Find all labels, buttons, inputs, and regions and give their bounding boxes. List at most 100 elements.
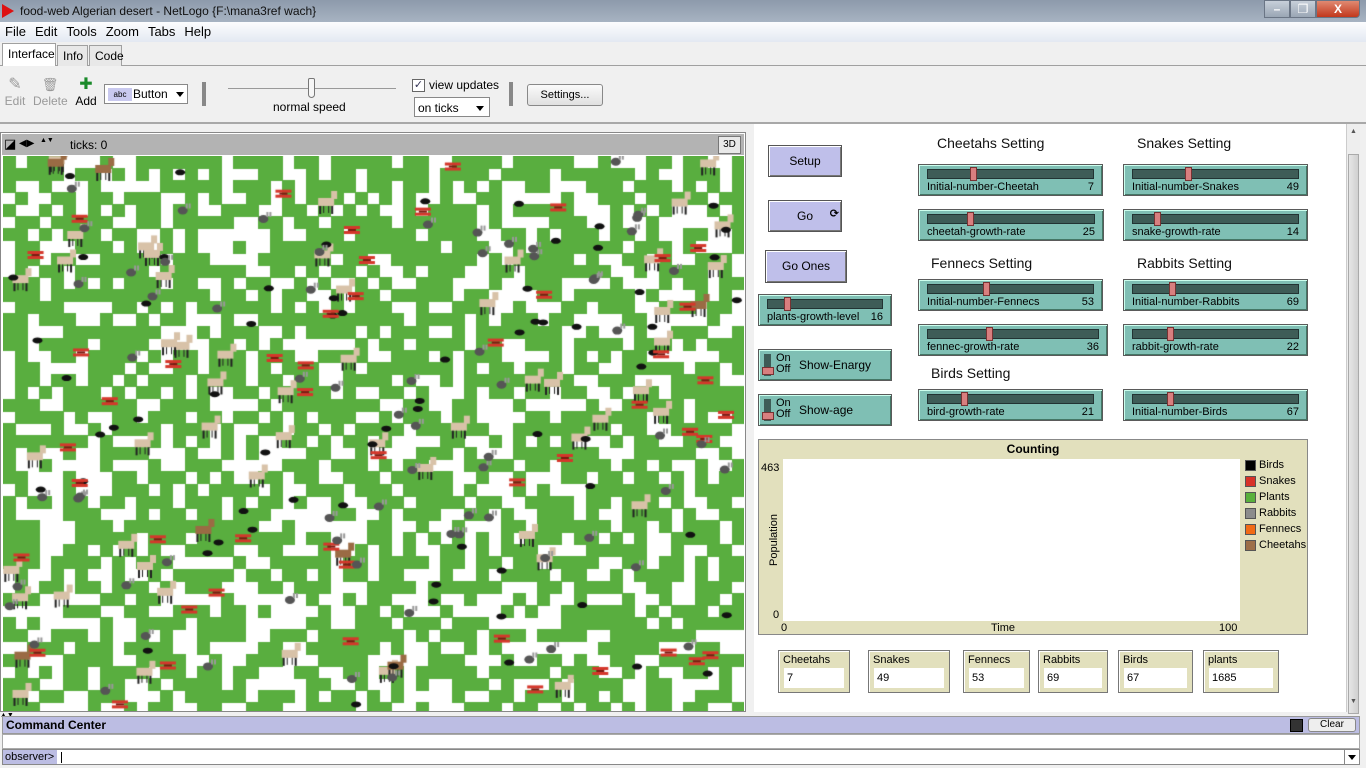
minimize-button[interactable]: – [1264,0,1290,18]
command-center: Command Center Clear observer> [0,716,1362,768]
plants-growth-level-slider[interactable]: plants-growth-level 16 [758,294,892,326]
go-button[interactable]: Go ⟳ [768,200,842,232]
initial-number-rabbits-slider[interactable]: Initial-number-Rabbits 69 [1123,279,1308,311]
close-button[interactable]: X [1316,0,1360,18]
legend-item: Fennecs [1245,521,1306,537]
command-input[interactable] [63,750,1343,764]
3d-view-button[interactable]: 3D [718,136,741,154]
text-cursor [61,752,62,763]
forever-icon: ⟳ [829,208,839,220]
slider-value: 25 [1082,226,1095,238]
go-once-button[interactable]: Go Ones [765,250,847,283]
slider-knob[interactable] [960,392,968,406]
legend-swatch [1245,539,1256,551]
cheetahs-setting-label: Cheetahs Setting [937,135,1045,151]
rabbit-growth-rate-slider[interactable]: rabbit-growth-rate 22 [1123,324,1308,356]
slider-label: Initial-number-Snakes [1132,181,1239,193]
x-axis-label: Time [991,622,1015,634]
legend-swatch [1245,475,1256,487]
show-age-switch[interactable]: On Off Show-age [758,394,892,426]
view-tool-icon[interactable]: ◪ [4,137,16,151]
slider-knob[interactable] [970,167,978,181]
view-updates-checkbox[interactable]: ✓ [412,79,425,92]
slider-knob[interactable] [983,282,990,296]
slider-track[interactable] [1132,284,1299,294]
slider-track[interactable] [927,284,1094,294]
history-dropdown-icon[interactable] [1344,750,1358,764]
slider-knob[interactable] [1167,392,1175,406]
switch-off-label: Off [776,408,791,420]
agent-type-selector[interactable]: observer> [3,750,57,764]
interface-scrollbar[interactable]: ▲ ▼ [1346,124,1360,714]
restore-button[interactable]: ❐ [1290,0,1316,18]
command-input-row: observer> [2,749,1360,765]
tab-interface[interactable]: Interface [2,43,56,67]
monitor-snakes: Snakes 49 [868,650,950,693]
setup-label: Setup [789,154,821,168]
initial-number-birds-slider[interactable]: Initial-number-Birds 67 [1123,389,1308,421]
world-canvas[interactable] [3,156,744,711]
x-tick-max: 100 [1219,622,1237,634]
expand-icon[interactable] [1290,719,1303,732]
menu-help[interactable]: Help [180,22,215,42]
slider-track[interactable] [927,394,1094,404]
snake-growth-rate-slider[interactable]: snake-growth-rate 14 [1123,209,1308,241]
switch-knob[interactable] [762,367,774,375]
speed-slider-thumb[interactable] [308,78,315,98]
scrollbar-thumb[interactable] [1348,154,1359,714]
bird-growth-rate-slider[interactable]: bird-growth-rate 21 [918,389,1103,421]
slider-track[interactable] [927,169,1094,179]
slider-track[interactable] [1132,329,1299,339]
slider-value: 36 [1086,341,1099,353]
slider-knob[interactable] [986,327,994,341]
slider-label: Initial-number-Fennecs [927,296,1040,308]
slider-knob[interactable] [1154,212,1162,226]
scroll-up-icon[interactable]: ▲ [1350,128,1357,135]
update-mode-dropdown[interactable]: on ticks [414,97,490,117]
slider-track[interactable] [1132,169,1299,179]
tab-info[interactable]: Info [57,45,88,66]
initial-number-snakes-slider[interactable]: Initial-number-Snakes 49 [1123,164,1308,196]
command-output[interactable] [2,734,1360,749]
horizontal-resize-icon[interactable]: ◀▶ [19,137,34,151]
tab-code[interactable]: Code [89,45,124,66]
slider-track[interactable] [927,329,1099,339]
slider-label: rabbit-growth-rate [1132,341,1219,353]
legend-item: Rabbits [1245,505,1306,521]
show-energy-switch[interactable]: On Off Show-Enargy [758,349,892,381]
clear-button[interactable]: Clear [1308,718,1356,732]
slider-knob[interactable] [1168,282,1176,296]
setup-button[interactable]: Setup [768,145,842,177]
slider-knob[interactable] [1167,327,1175,341]
slider-knob[interactable] [784,297,792,311]
slider-knob[interactable] [1184,167,1192,181]
cheetah-growth-rate-slider[interactable]: cheetah-growth-rate 25 [918,209,1104,241]
scroll-down-icon[interactable]: ▼ [1350,698,1357,705]
legend-item: Snakes [1245,473,1306,489]
initial-number-fennecs-slider[interactable]: Initial-number-Fennecs 53 [918,279,1103,311]
legend-label: Plants [1259,491,1290,503]
vertical-resize-icon[interactable]: ▲▼ [40,137,54,144]
edit-button[interactable]: ✎ Edit [4,76,26,108]
slider-track[interactable] [927,214,1095,224]
fennec-growth-rate-slider[interactable]: fennec-growth-rate 36 [918,324,1108,356]
slider-knob[interactable] [967,212,975,226]
menu-edit[interactable]: Edit [31,22,61,42]
switch-knob[interactable] [762,412,774,420]
add-button[interactable]: ✚ Add [75,76,97,108]
menu-zoom[interactable]: Zoom [102,22,143,42]
monitor-fennecs: Fennecs 53 [963,650,1030,693]
window-title: food-web Algerian desert - NetLogo {F:\m… [20,4,317,18]
menu-file[interactable]: File [1,22,30,42]
settings-button[interactable]: Settings... [527,84,603,106]
slider-label: cheetah-growth-rate [927,226,1026,238]
menu-tools[interactable]: Tools [62,22,100,42]
rabbits-setting-label: Rabbits Setting [1137,255,1232,271]
slider-track[interactable] [1132,394,1299,404]
menu-tabs[interactable]: Tabs [144,22,179,42]
delete-button[interactable]: 🗑 Delete [33,76,68,108]
widget-type-dropdown[interactable]: abc Button [104,84,188,104]
chevron-down-icon [176,92,184,97]
initial-number-cheetah-slider[interactable]: Initial-number-Cheetah 7 [918,164,1103,196]
monitor-plants: plants 1685 [1203,650,1279,693]
